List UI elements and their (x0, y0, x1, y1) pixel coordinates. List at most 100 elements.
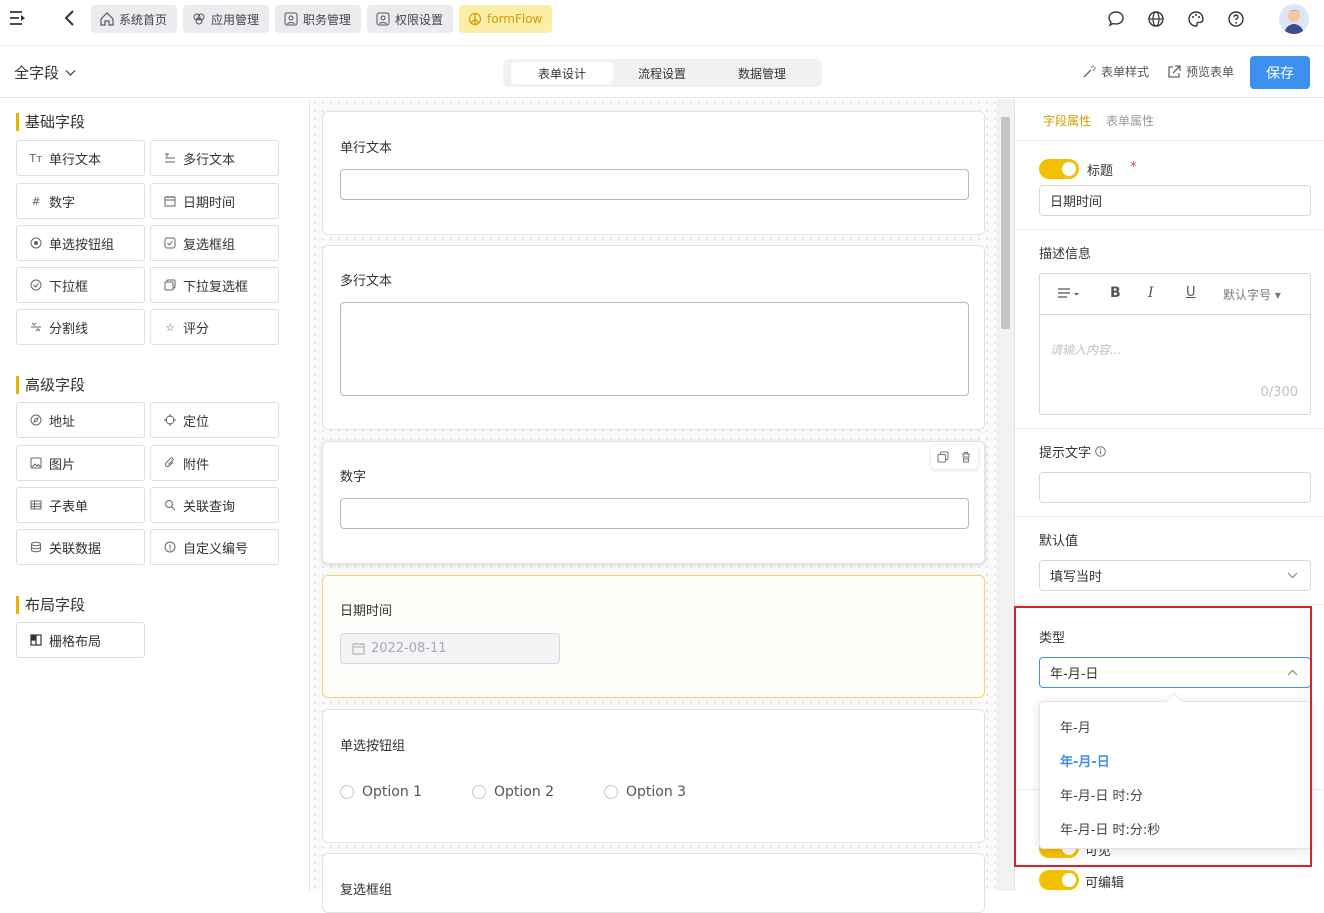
apps-icon (191, 11, 207, 27)
nav-tab-permissions[interactable]: 权限设置 (367, 5, 454, 33)
nav-tab-label: 权限设置 (395, 12, 444, 27)
external-link-icon (1167, 64, 1181, 79)
default-value-label: 默认值 (1039, 534, 1079, 549)
avatar[interactable] (1279, 4, 1309, 34)
type-select[interactable]: 年-月-日 (1039, 657, 1311, 688)
field-label: 图片 (49, 457, 76, 473)
field-address[interactable]: 地址 (16, 402, 145, 438)
back-icon[interactable] (60, 8, 80, 28)
form-item-datetime[interactable]: 日期时间 2022-08-11 (322, 575, 985, 698)
field-datetime[interactable]: 日期时间 (150, 183, 279, 219)
field-number[interactable]: # 数字 (16, 183, 145, 219)
nav-tab-positions[interactable]: 职务管理 (275, 5, 362, 33)
editable-toggle[interactable] (1039, 870, 1079, 890)
nav-tab-label: 应用管理 (211, 12, 260, 27)
align-icon[interactable] (1057, 287, 1081, 301)
field-label: 下拉复选框 (183, 279, 249, 295)
field-custom-number[interactable]: 自定义编号 (150, 529, 279, 565)
required-mark: * (1130, 160, 1137, 175)
char-counter: 0/300 (1260, 385, 1298, 400)
form-item-single-line[interactable]: 单行文本 (322, 111, 985, 235)
field-single-line-text[interactable]: Tт 单行文本 (16, 140, 145, 176)
field-grid-layout[interactable]: 栅格布局 (16, 622, 145, 658)
field-subform[interactable]: 子表单 (16, 487, 145, 523)
single-line-input[interactable] (340, 169, 969, 200)
underline-icon[interactable]: U (1186, 285, 1196, 300)
palette-icon[interactable] (1185, 8, 1207, 30)
field-image[interactable]: 图片 (16, 445, 145, 481)
scrollbar-thumb[interactable] (1001, 117, 1010, 329)
form-style-button[interactable]: 表单样式 (1082, 63, 1149, 80)
form-item-label: 单选按钮组 (340, 739, 406, 754)
field-radio-group[interactable]: 单选按钮组 (16, 225, 145, 261)
field-dropdown[interactable]: 下拉框 (16, 267, 145, 303)
form-item-label: 日期时间 (340, 604, 393, 619)
database-icon (29, 540, 43, 554)
user-card-icon (375, 11, 391, 27)
search-icon (163, 498, 177, 512)
peace-icon (467, 11, 483, 27)
title-input[interactable] (1039, 185, 1311, 216)
form-item-checkbox-group[interactable]: 复选框组 (322, 853, 985, 913)
divider (1015, 516, 1324, 517)
hint-input[interactable] (1039, 472, 1311, 503)
italic-icon[interactable]: I (1148, 285, 1154, 301)
magic-wand-icon (1082, 64, 1096, 79)
nav-tab-formflow[interactable]: formFlow (459, 5, 553, 33)
date-picker[interactable]: 2022-08-11 (340, 633, 560, 664)
radio-option-1[interactable]: Option 1 (340, 784, 422, 800)
designer-tabs: 表单设计 流程设置 数据管理 (503, 59, 822, 87)
message-icon[interactable] (1105, 8, 1127, 30)
bold-icon[interactable]: B (1110, 285, 1121, 301)
form-item-radio-group[interactable]: 单选按钮组 Option 1 Option 2 Option 3 (322, 709, 985, 843)
field-location[interactable]: 定位 (150, 402, 279, 438)
field-scope-select[interactable]: 全字段 (14, 62, 76, 83)
preview-form-button[interactable]: 预览表单 (1167, 63, 1234, 80)
tab-flow-settings[interactable]: 流程设置 (611, 62, 713, 84)
menu-collapse-icon[interactable] (8, 8, 28, 28)
dropdown-option-selected[interactable]: 年-月-日 (1060, 751, 1110, 770)
field-multi-line-text[interactable]: 多行文本 (150, 140, 279, 176)
description-editor[interactable]: B I U 默认字号 ▾ 请输入内容... 0/300 (1039, 273, 1311, 415)
copy-icon[interactable] (937, 451, 949, 463)
hint-label-row: 提示文字 (1039, 442, 1106, 461)
field-multi-dropdown[interactable]: 下拉复选框 (150, 267, 279, 303)
default-value-select[interactable]: 填写当时 (1039, 560, 1311, 591)
multi-line-textarea[interactable] (340, 302, 969, 396)
dropdown-option[interactable]: 年-月-日 时:分:秒 (1060, 819, 1160, 838)
dropdown-option[interactable]: 年-月 (1060, 717, 1091, 736)
field-attachment[interactable]: 附件 (150, 445, 279, 481)
help-icon[interactable] (1225, 8, 1247, 30)
tab-form-properties[interactable]: 表单属性 (1106, 112, 1154, 129)
radio-option-3[interactable]: Option 3 (604, 784, 686, 800)
form-item-multi-line[interactable]: 多行文本 (322, 245, 985, 430)
field-label: 数字 (49, 195, 76, 211)
field-divider[interactable]: 分割线 (16, 309, 145, 345)
preview-form-label: 预览表单 (1186, 65, 1235, 79)
number-input[interactable] (340, 498, 969, 529)
nav-tab-apps[interactable]: 应用管理 (183, 5, 270, 33)
font-size-select[interactable]: 默认字号 ▾ (1223, 286, 1281, 303)
save-button[interactable]: 保存 (1250, 56, 1310, 89)
form-item-number[interactable]: 数字 (322, 441, 985, 564)
nav-tab-home[interactable]: 系统首页 (91, 5, 178, 33)
hash-icon: # (31, 194, 41, 208)
field-rating[interactable]: ☆ 评分 (150, 309, 279, 345)
field-checkbox-group[interactable]: 复选框组 (150, 225, 279, 261)
field-related-data[interactable]: 关联数据 (16, 529, 145, 565)
radio-option-2[interactable]: Option 2 (472, 784, 554, 800)
field-label: 多行文本 (183, 152, 236, 168)
info-icon (1095, 446, 1106, 457)
field-label: 关联查询 (183, 499, 236, 515)
tab-field-properties[interactable]: 字段属性 (1043, 112, 1091, 129)
canvas-scrollbar[interactable] (997, 99, 1014, 891)
tab-data-management[interactable]: 数据管理 (711, 62, 813, 84)
field-related-query[interactable]: 关联查询 (150, 487, 279, 523)
tab-form-design[interactable]: 表单设计 (511, 62, 613, 84)
title-toggle[interactable] (1039, 159, 1079, 179)
globe-icon[interactable] (1145, 8, 1167, 30)
trash-icon[interactable] (960, 451, 972, 463)
field-label: 关联数据 (49, 541, 102, 557)
editable-label: 可编辑 (1085, 876, 1125, 891)
dropdown-option[interactable]: 年-月-日 时:分 (1060, 785, 1143, 804)
